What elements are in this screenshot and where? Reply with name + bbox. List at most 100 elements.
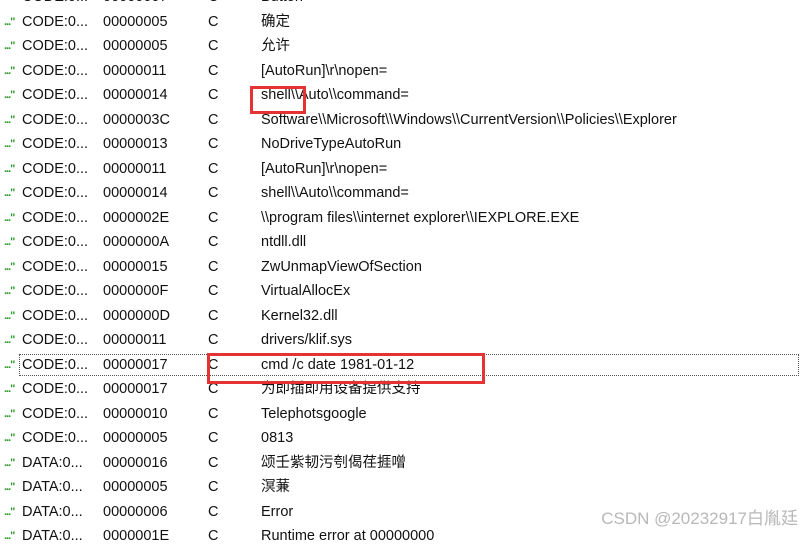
length-cell: 00000014 — [103, 185, 168, 201]
length-cell: 0000000D — [103, 307, 170, 324]
string-cell: 确定 — [261, 13, 290, 30]
address-cell: CODE:0... — [22, 381, 89, 397]
address-cell: CODE:0... — [22, 430, 89, 446]
string-icon: ..." — [4, 334, 15, 346]
length-cell: 0000002E — [103, 209, 170, 226]
string-cell: drivers/klif.sys — [261, 332, 353, 348]
type-cell: C — [208, 454, 219, 471]
string-cell: Error — [261, 503, 294, 520]
table-row[interactable]: ..." CODE:0... 00000005 C 允许 — [0, 34, 810, 59]
string-icon: ..." — [4, 481, 15, 493]
string-icon: ..." — [4, 187, 15, 199]
string-icon: ..." — [4, 15, 15, 28]
length-cell: 0000000F — [103, 283, 169, 299]
string-cell: 溟蒹 — [261, 479, 290, 495]
type-cell: C — [208, 479, 219, 495]
table-row[interactable]: ..." CODE:0... 00000014 C shell\\Auto\\c… — [0, 181, 810, 206]
type-cell: C — [208, 209, 219, 226]
strings-list: ..." CODE:0... 00000007 C Button..." COD… — [0, 0, 810, 549]
length-cell: 00000011 — [103, 62, 167, 79]
watermark: CSDN @20232917白胤廷 — [601, 509, 798, 528]
string-cell: [AutoRun]\r\nopen= — [261, 160, 388, 177]
table-row[interactable]: ..." CODE:0... 00000007 C Button — [0, 0, 810, 10]
string-cell: Runtime error at 00000000 — [261, 528, 435, 544]
address-cell: CODE:0... — [22, 356, 89, 373]
type-cell: C — [208, 13, 219, 30]
string-icon: ..." — [4, 383, 15, 395]
string-icon: ..." — [4, 530, 15, 542]
length-cell: 00000015 — [103, 258, 168, 275]
address-cell: CODE:0... — [22, 13, 89, 30]
string-cell: 允许 — [261, 38, 290, 54]
string-icon: ..." — [4, 432, 15, 444]
table-row[interactable]: ..." CODE:0... 00000013 C NoDriveTypeAut… — [0, 132, 810, 157]
string-icon: ..." — [4, 456, 15, 469]
address-cell: CODE:0... — [22, 258, 89, 275]
table-row[interactable]: ..." DATA:0... 00000016 C 颂壬紫韧污刳偈荏捱噌 — [0, 451, 810, 476]
string-icon: ..." — [4, 358, 15, 371]
length-cell: 00000005 — [103, 479, 168, 495]
address-cell: CODE:0... — [22, 160, 89, 177]
table-row[interactable]: ..." CODE:0... 00000017 C 为即插即用设备提供支持 — [0, 377, 810, 402]
string-icon: ..." — [4, 236, 15, 248]
string-icon: ..." — [4, 260, 15, 273]
length-cell: 00000011 — [103, 160, 167, 177]
length-cell: 00000005 — [103, 38, 168, 54]
table-row[interactable]: ..." DATA:0... 00000005 C 溟蒹 — [0, 475, 810, 500]
address-cell: CODE:0... — [22, 283, 89, 299]
table-row[interactable]: ..." CODE:0... 00000005 C 确定 — [0, 10, 810, 35]
length-cell: 00000007 — [103, 0, 168, 10]
string-icon: ..." — [4, 0, 15, 10]
address-cell: CODE:0... — [22, 136, 89, 152]
address-cell: CODE:0... — [22, 0, 88, 10]
address-cell: CODE:0... — [22, 62, 89, 79]
table-row[interactable]: ..." CODE:0... 0000000F C VirtualAllocEx — [0, 279, 810, 304]
string-cell: ZwUnmapViewOfSection — [261, 258, 422, 275]
type-cell: C — [208, 234, 219, 250]
table-row[interactable]: ..." CODE:0... 00000015 C ZwUnmapViewOfS… — [0, 255, 810, 280]
table-row[interactable]: ..." CODE:0... 00000011 C drivers/klif.s… — [0, 328, 810, 353]
length-cell: 00000016 — [103, 454, 168, 471]
string-icon: ..." — [4, 64, 15, 77]
type-cell: C — [208, 136, 219, 152]
table-row[interactable]: ..." CODE:0... 00000014 C shell\\Auto\\c… — [0, 83, 810, 108]
string-cell: shell\\Auto\\command= — [261, 87, 409, 103]
table-row[interactable]: ..." CODE:0... 00000011 C [AutoRun]\r\no… — [0, 157, 810, 182]
type-cell: C — [208, 185, 219, 201]
table-row[interactable]: ..." CODE:0... 0000003C C Software\\Micr… — [0, 108, 810, 133]
type-cell: C — [208, 87, 219, 103]
table-row[interactable]: ..." CODE:0... 00000017 C cmd /c date 19… — [4, 353, 800, 378]
string-cell: cmd /c date 1981-01-12 — [261, 356, 415, 373]
string-cell: [AutoRun]\r\nopen= — [261, 62, 388, 79]
string-cell: ntdll.dll — [261, 234, 307, 250]
type-cell: C — [208, 405, 219, 422]
string-cell: Kernel32.dll — [261, 307, 338, 324]
address-cell: CODE:0... — [22, 234, 89, 250]
length-cell: 00000011 — [103, 332, 167, 348]
string-icon: ..." — [4, 40, 15, 52]
table-row[interactable]: ..." CODE:0... 0000002E C \\program file… — [0, 206, 810, 231]
table-row[interactable]: ..." CODE:0... 00000005 C 0813 — [0, 426, 810, 451]
string-icon: ..." — [4, 113, 15, 126]
address-cell: CODE:0... — [22, 332, 89, 348]
length-cell: 00000005 — [103, 430, 168, 446]
address-cell: CODE:0... — [22, 209, 89, 226]
address-cell: DATA:0... — [22, 528, 83, 544]
type-cell: C — [208, 258, 219, 275]
length-cell: 0000003C — [103, 111, 170, 128]
table-row[interactable]: ..." CODE:0... 00000010 C Telephotsgoogl… — [0, 402, 810, 427]
type-cell: C — [208, 528, 219, 544]
string-icon: ..." — [4, 89, 15, 101]
type-cell: C — [208, 356, 219, 373]
string-icon: ..." — [4, 285, 15, 297]
table-row[interactable]: ..." CODE:0... 0000000D C Kernel32.dll — [0, 304, 810, 329]
address-cell: CODE:0... — [22, 38, 89, 54]
table-row[interactable]: ..." CODE:0... 00000011 C [AutoRun]\r\no… — [0, 59, 810, 84]
string-cell: 颂壬紫韧污刳偈荏捱噌 — [261, 454, 406, 471]
address-cell: DATA:0... — [22, 479, 83, 495]
length-cell: 00000017 — [103, 381, 168, 397]
string-icon: ..." — [4, 505, 15, 518]
string-cell: VirtualAllocEx — [261, 283, 351, 299]
table-row[interactable]: ..." CODE:0... 0000000A C ntdll.dll — [0, 230, 810, 255]
address-cell: DATA:0... — [22, 454, 83, 471]
